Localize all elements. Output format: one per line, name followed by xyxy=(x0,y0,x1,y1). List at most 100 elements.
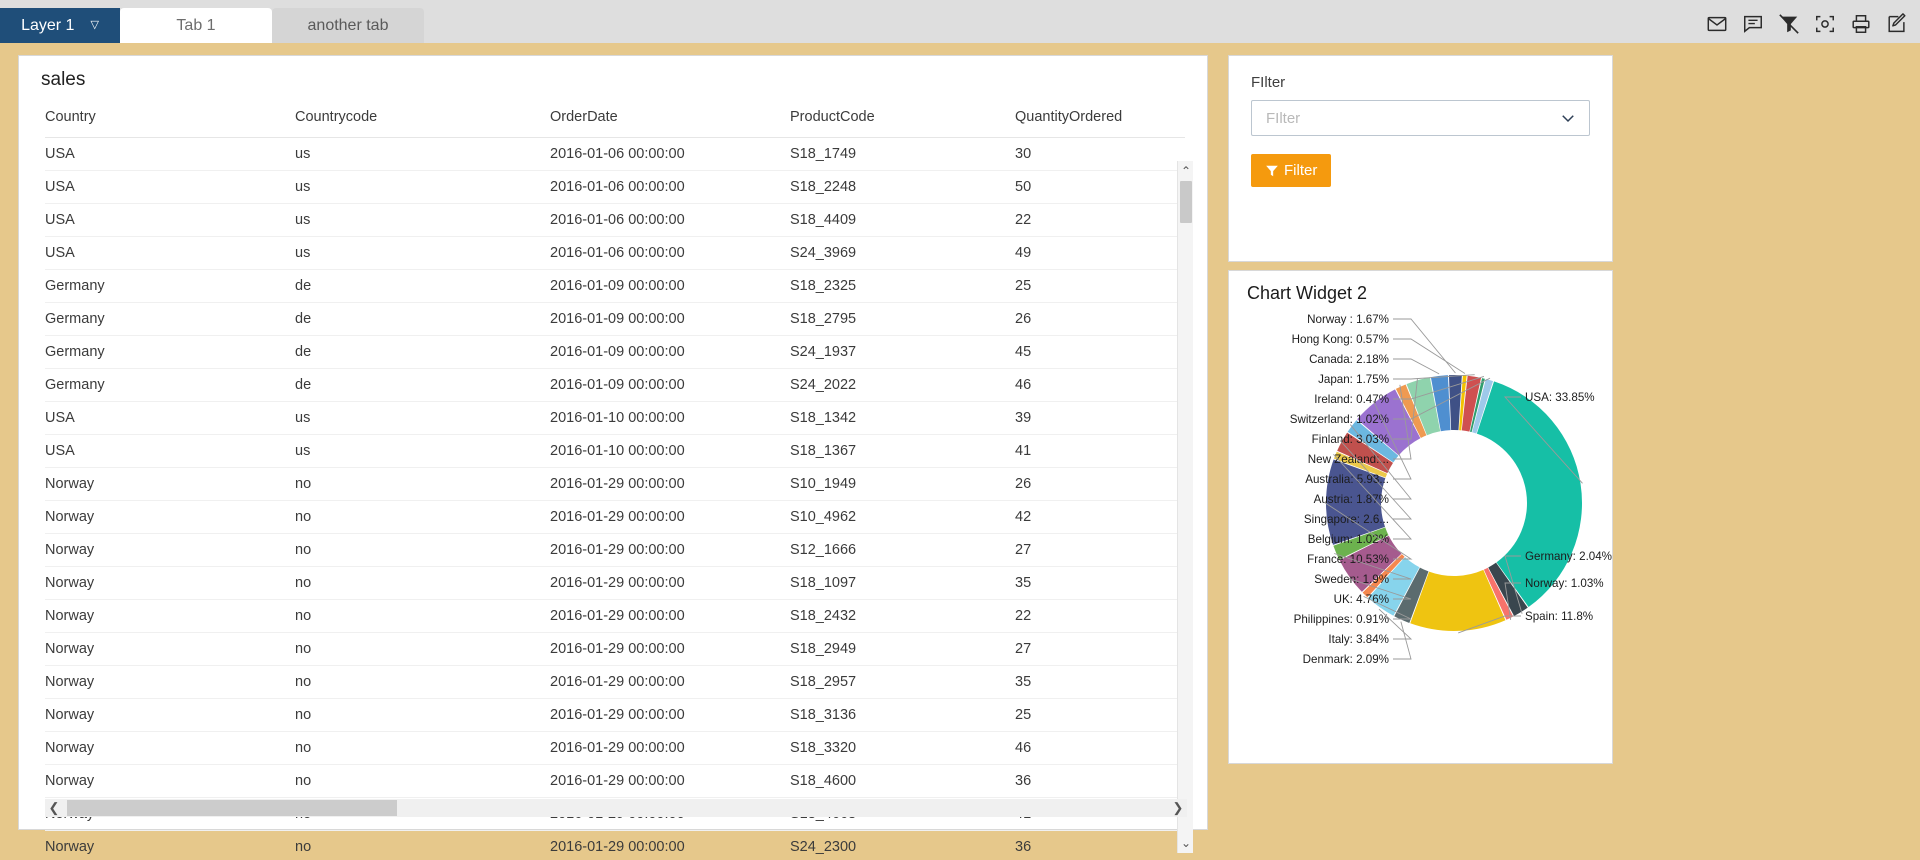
cell-productcode: S18_4409 xyxy=(790,203,1015,237)
cell-countrycode: de xyxy=(295,368,550,402)
chevron-down-icon: ▽ xyxy=(90,19,99,31)
cell-productcode: S18_2795 xyxy=(790,302,1015,336)
mail-icon[interactable] xyxy=(1706,13,1728,35)
table-row[interactable]: Norway no 2016-01-29 00:00:00 S18_1097 35 xyxy=(45,566,1185,600)
edit-icon[interactable] xyxy=(1886,13,1908,35)
cell-productcode: S24_3969 xyxy=(790,236,1015,270)
table-row[interactable]: Norway no 2016-01-29 00:00:00 S18_3136 25 xyxy=(45,698,1185,732)
pie-leader-line xyxy=(1393,358,1440,375)
filter-off-icon[interactable] xyxy=(1778,13,1800,35)
cell-orderdate: 2016-01-29 00:00:00 xyxy=(550,599,790,633)
scroll-up-icon[interactable]: ⌃ xyxy=(1178,163,1194,179)
layer-selector-button[interactable]: Layer 1 ▽ xyxy=(0,8,120,43)
table-row[interactable]: Norway no 2016-01-29 00:00:00 S18_4600 36 xyxy=(45,764,1185,798)
top-bar-strip xyxy=(0,0,1920,8)
column-header-productcode[interactable]: ProductCode xyxy=(790,101,1015,138)
cell-quantityordered: 26 xyxy=(1015,467,1185,501)
table-row[interactable]: Germany de 2016-01-09 00:00:00 S18_2325 25 xyxy=(45,269,1185,303)
cell-country: Norway xyxy=(45,467,295,501)
cell-countrycode: us xyxy=(295,137,550,171)
cell-countrycode: us xyxy=(295,203,550,237)
table-row[interactable]: Norway no 2016-01-29 00:00:00 S12_1666 27 xyxy=(45,533,1185,567)
print-icon[interactable] xyxy=(1850,13,1872,35)
cell-quantityordered: 25 xyxy=(1015,698,1185,732)
cell-productcode: S18_2949 xyxy=(790,632,1015,666)
table-row[interactable]: USA us 2016-01-10 00:00:00 S18_1367 41 xyxy=(45,434,1185,468)
sales-widget-title: sales xyxy=(41,69,86,90)
comment-icon[interactable] xyxy=(1742,13,1764,35)
cell-orderdate: 2016-01-29 00:00:00 xyxy=(550,533,790,567)
table-row[interactable]: USA us 2016-01-06 00:00:00 S18_4409 22 xyxy=(45,203,1185,237)
cell-quantityordered: 35 xyxy=(1015,566,1185,600)
pie-slice-label: Ireland: 0.47% xyxy=(1314,393,1389,406)
layer-selector-label: Layer 1 xyxy=(21,16,75,34)
scroll-right-icon[interactable]: ❯ xyxy=(1169,799,1187,817)
screenshot-icon[interactable] xyxy=(1814,13,1836,35)
pie-slice-label: France: 10.53% xyxy=(1307,553,1389,566)
sales-table-container: Country Countrycode OrderDate ProductCod… xyxy=(45,101,1197,860)
pie-slice-label: Denmark: 2.09% xyxy=(1303,653,1389,666)
cell-quantityordered: 26 xyxy=(1015,302,1185,336)
table-row[interactable]: USA us 2016-01-06 00:00:00 S18_1749 30 xyxy=(45,137,1185,171)
cell-countrycode: no xyxy=(295,698,550,732)
table-row[interactable]: USA us 2016-01-06 00:00:00 S18_2248 50 xyxy=(45,170,1185,204)
cell-countrycode: no xyxy=(295,467,550,501)
table-row[interactable]: Norway no 2016-01-29 00:00:00 S24_2300 36 xyxy=(45,830,1185,860)
cell-country: Norway xyxy=(45,830,295,860)
table-row[interactable]: Germany de 2016-01-09 00:00:00 S24_1937 45 xyxy=(45,335,1185,369)
pie-slice-label: Hong Kong: 0.57% xyxy=(1292,333,1389,346)
table-vertical-scrollbar[interactable]: ⌃ ⌄ xyxy=(1177,161,1193,853)
table-row[interactable]: USA us 2016-01-06 00:00:00 S24_3969 49 xyxy=(45,236,1185,270)
table-row[interactable]: Germany de 2016-01-09 00:00:00 S24_2022 46 xyxy=(45,368,1185,402)
filter-dropdown[interactable]: FIlter xyxy=(1251,100,1590,136)
cell-orderdate: 2016-01-09 00:00:00 xyxy=(550,368,790,402)
cell-countrycode: de xyxy=(295,302,550,336)
pie-slice-label: Italy: 3.84% xyxy=(1328,633,1389,646)
table-header-row: Country Countrycode OrderDate ProductCod… xyxy=(45,101,1185,138)
table-row[interactable]: Norway no 2016-01-29 00:00:00 S18_2949 27 xyxy=(45,632,1185,666)
cell-quantityordered: 27 xyxy=(1015,533,1185,567)
cell-country: Norway xyxy=(45,764,295,798)
column-header-country[interactable]: Country xyxy=(45,101,295,138)
cell-productcode: S10_1949 xyxy=(790,467,1015,501)
table-row[interactable]: Norway no 2016-01-29 00:00:00 S18_3320 46 xyxy=(45,731,1185,765)
pie-slice-label: Japan: 1.75% xyxy=(1318,373,1389,386)
vertical-scroll-thumb[interactable] xyxy=(1180,181,1192,223)
cell-countrycode: no xyxy=(295,632,550,666)
horizontal-scroll-thumb[interactable] xyxy=(67,800,397,816)
cell-country: Norway xyxy=(45,731,295,765)
table-row[interactable]: Germany de 2016-01-09 00:00:00 S18_2795 26 xyxy=(45,302,1185,336)
table-row[interactable]: Norway no 2016-01-29 00:00:00 S10_4962 42 xyxy=(45,500,1185,534)
cell-orderdate: 2016-01-29 00:00:00 xyxy=(550,698,790,732)
cell-country: Norway xyxy=(45,533,295,567)
column-header-countrycode[interactable]: Countrycode xyxy=(295,101,550,138)
cell-quantityordered: 36 xyxy=(1015,764,1185,798)
column-header-quantityordered[interactable]: QuantityOrdered xyxy=(1015,101,1185,138)
column-header-orderdate[interactable]: OrderDate xyxy=(550,101,790,138)
cell-countrycode: no xyxy=(295,764,550,798)
table-row[interactable]: USA us 2016-01-10 00:00:00 S18_1342 39 xyxy=(45,401,1185,435)
filter-widget: FIlter FIlter Filter xyxy=(1228,55,1613,262)
tab-another-tab[interactable]: another tab xyxy=(272,8,424,43)
cell-countrycode: no xyxy=(295,665,550,699)
table-row[interactable]: Norway no 2016-01-29 00:00:00 S18_2432 22 xyxy=(45,599,1185,633)
tab-another-tab-label: another tab xyxy=(307,16,389,34)
cell-productcode: S18_2432 xyxy=(790,599,1015,633)
cell-countrycode: us xyxy=(295,401,550,435)
chart-widget-title: Chart Widget 2 xyxy=(1247,283,1368,303)
scroll-down-icon[interactable]: ⌄ xyxy=(1178,835,1194,851)
cell-orderdate: 2016-01-10 00:00:00 xyxy=(550,434,790,468)
cell-quantityordered: 41 xyxy=(1015,434,1185,468)
cell-country: Germany xyxy=(45,302,295,336)
table-row[interactable]: Norway no 2016-01-29 00:00:00 S18_2957 35 xyxy=(45,665,1185,699)
filter-apply-button[interactable]: Filter xyxy=(1251,154,1332,187)
table-row[interactable]: Norway no 2016-01-29 00:00:00 S10_1949 26 xyxy=(45,467,1185,501)
top-toolbar xyxy=(1706,8,1908,40)
cell-productcode: S12_1666 xyxy=(790,533,1015,567)
tab-tab-1[interactable]: Tab 1 xyxy=(120,8,272,43)
chart-widget-2: Chart Widget 2 Norway : 1.67% Hong Kong: … xyxy=(1228,270,1613,764)
scroll-left-icon[interactable]: ❮ xyxy=(45,799,63,817)
table-horizontal-scrollbar[interactable]: ❮ ❯ xyxy=(45,799,1187,817)
cell-country: Germany xyxy=(45,335,295,369)
cell-orderdate: 2016-01-09 00:00:00 xyxy=(550,269,790,303)
